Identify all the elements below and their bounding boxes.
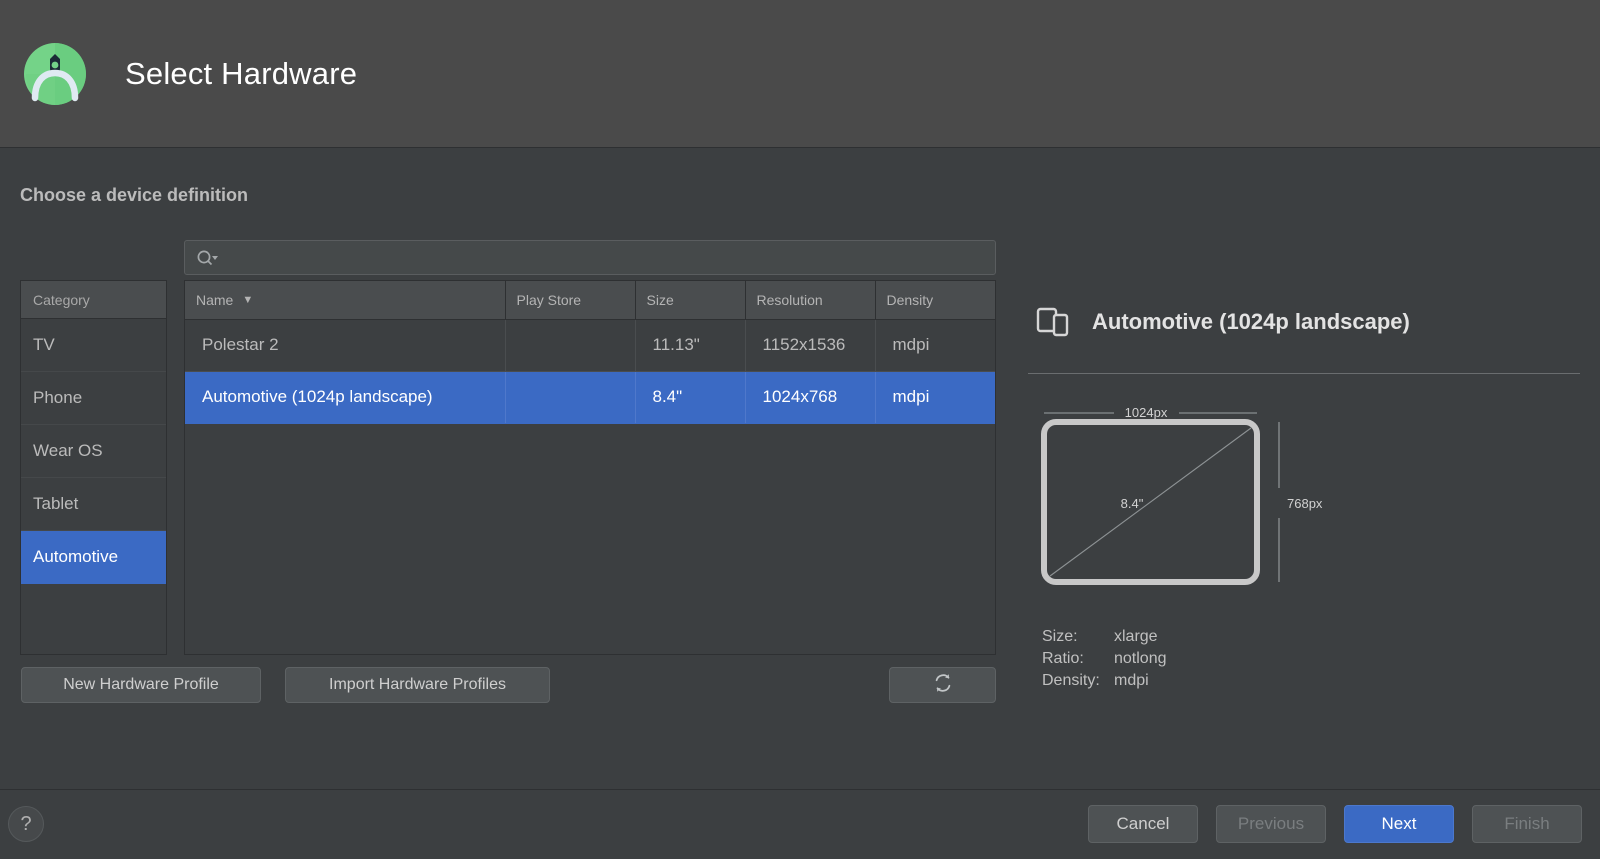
cell-density: mdpi <box>875 319 995 371</box>
preview-title: Automotive (1024p landscape) <box>1092 309 1410 335</box>
device-pair-icon <box>1036 305 1074 339</box>
footer-actions: Cancel Previous Next Finish <box>1088 805 1582 843</box>
spec-ratio: Ratio: notlong <box>1042 648 1167 670</box>
dialog-footer: ? Cancel Previous Next Finish <box>0 789 1600 859</box>
table-row[interactable]: Automotive (1024p landscape) 8.4" 1024x7… <box>185 371 995 423</box>
finish-button[interactable]: Finish <box>1472 805 1582 843</box>
section-title: Choose a device definition <box>20 185 248 206</box>
column-header-label: Name <box>196 292 233 308</box>
dialog-header: Select Hardware <box>0 0 1600 148</box>
refresh-button[interactable] <box>889 667 996 703</box>
import-hardware-profiles-button[interactable]: Import Hardware Profiles <box>285 667 550 703</box>
new-hardware-profile-button[interactable]: New Hardware Profile <box>21 667 261 703</box>
cell-resolution: 1152x1536 <box>745 319 875 371</box>
column-header-name[interactable]: Name ▼ <box>185 281 505 319</box>
column-header-size[interactable]: Size <box>635 281 745 319</box>
help-button[interactable]: ? <box>8 806 44 842</box>
category-item-phone[interactable]: Phone <box>21 372 166 425</box>
cell-size: 8.4" <box>635 371 745 423</box>
spec-value: notlong <box>1114 648 1167 670</box>
dialog-body: Choose a device definition Category TV P… <box>0 149 1600 789</box>
column-header-density[interactable]: Density <box>875 281 995 319</box>
cell-name: Polestar 2 <box>185 319 505 371</box>
table-row[interactable]: Polestar 2 11.13" 1152x1536 mdpi <box>185 319 995 371</box>
device-specs: Size: xlarge Ratio: notlong Density: mdp… <box>1042 626 1167 692</box>
next-button[interactable]: Next <box>1344 805 1454 843</box>
search-box[interactable] <box>184 240 996 275</box>
spec-key: Ratio: <box>1042 648 1114 670</box>
column-header-play-store[interactable]: Play Store <box>505 281 635 319</box>
page-title: Select Hardware <box>125 56 357 92</box>
android-studio-logo-icon <box>22 41 88 107</box>
spec-key: Density: <box>1042 670 1114 692</box>
cell-play-store <box>505 319 635 371</box>
category-item-label: Wear OS <box>33 441 103 461</box>
width-label: 1024px <box>1125 405 1168 420</box>
table-header-row: Name ▼ Play Store Size Resolution Density <box>185 281 995 319</box>
spec-value: xlarge <box>1114 626 1158 648</box>
category-item-label: Automotive <box>33 547 118 567</box>
spec-size: Size: xlarge <box>1042 626 1167 648</box>
previous-button[interactable]: Previous <box>1216 805 1326 843</box>
device-dimension-figure: 1024px 8.4" 768px <box>1014 398 1344 613</box>
category-item-label: TV <box>33 335 55 355</box>
cell-name: Automotive (1024p landscape) <box>185 371 505 423</box>
spec-value: mdpi <box>1114 670 1149 692</box>
preview-divider <box>1028 373 1580 374</box>
category-item-tablet[interactable]: Tablet <box>21 478 166 531</box>
height-label: 768px <box>1287 496 1323 511</box>
device-table: Name ▼ Play Store Size Resolution Density… <box>184 280 996 655</box>
category-item-wear-os[interactable]: Wear OS <box>21 425 166 478</box>
cell-density: mdpi <box>875 371 995 423</box>
spec-density: Density: mdpi <box>1042 670 1167 692</box>
category-header: Category <box>21 281 166 319</box>
cell-size: 11.13" <box>635 319 745 371</box>
cell-resolution: 1024x768 <box>745 371 875 423</box>
category-list: Category TV Phone Wear OS Tablet Automot… <box>20 280 167 655</box>
column-header-resolution[interactable]: Resolution <box>745 281 875 319</box>
category-item-label: Tablet <box>33 494 78 514</box>
device-preview-panel: Automotive (1024p landscape) 1024px 8.4"… <box>1014 298 1580 798</box>
preview-header: Automotive (1024p landscape) <box>1014 298 1580 346</box>
category-item-automotive[interactable]: Automotive <box>21 531 166 584</box>
sort-descending-icon: ▼ <box>242 294 253 306</box>
search-input[interactable] <box>218 249 995 266</box>
refresh-icon <box>932 672 954 699</box>
cell-play-store <box>505 371 635 423</box>
cancel-button[interactable]: Cancel <box>1088 805 1198 843</box>
category-item-label: Phone <box>33 388 82 408</box>
search-icon[interactable] <box>196 249 218 267</box>
spec-key: Size: <box>1042 626 1114 648</box>
category-item-tv[interactable]: TV <box>21 319 166 372</box>
diagonal-label: 8.4" <box>1121 496 1144 511</box>
